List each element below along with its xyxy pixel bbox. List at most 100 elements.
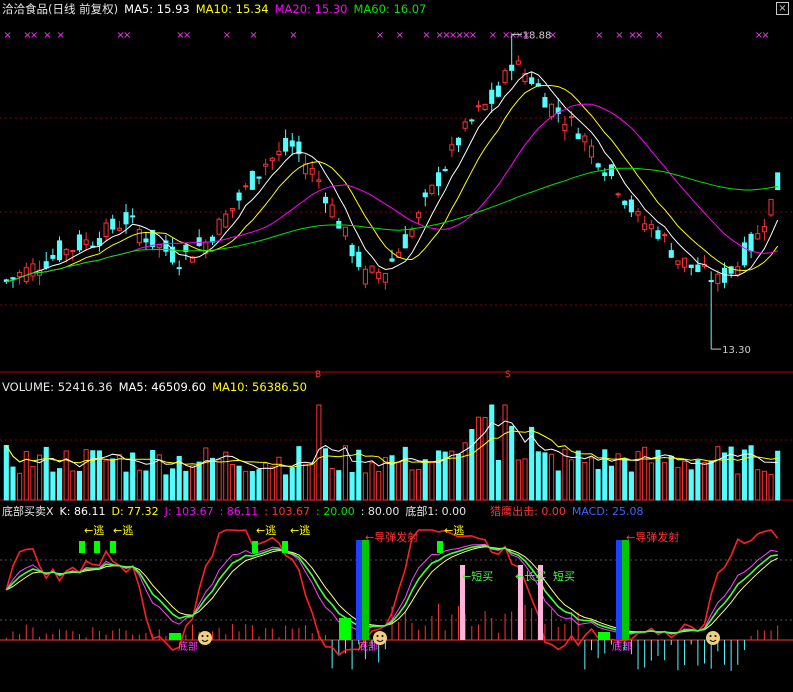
value-4: : 80.00: [360, 505, 400, 518]
candle-body: [635, 211, 641, 216]
candle-body: [229, 208, 235, 211]
volume-label: VOLUME: 52416.36: [2, 380, 113, 394]
volume-bar: [103, 460, 109, 501]
volume-bar: [435, 450, 442, 501]
candle-body: [715, 273, 721, 285]
indicator-header: 底部买卖X K: 86.11 D: 77.32 J: 103.67: 86.11: 1…: [2, 505, 650, 519]
candle-body: [63, 248, 69, 256]
candle-body: [382, 272, 388, 283]
candle-body: [608, 164, 614, 177]
volume-bar: [549, 453, 555, 501]
volume-bar: [755, 469, 761, 501]
short-buy-label: 短买: [553, 569, 575, 583]
value-3: : 20.00: [316, 505, 355, 518]
signal-column: [356, 540, 363, 640]
candle-body: [549, 103, 555, 118]
signal-marker: ×: [57, 30, 65, 41]
volume-bar: [588, 457, 595, 501]
volume-bar: [110, 458, 116, 501]
candle-body: [96, 238, 102, 246]
volume-bar: [409, 469, 415, 501]
escape-block: [94, 541, 100, 553]
volume-bar: [136, 469, 142, 501]
volume-header: VOLUME: 52416.36 MA5: 46509.60 MA10: 56386…: [2, 380, 313, 394]
candle-body: [642, 223, 648, 230]
candle-body: [662, 234, 668, 237]
candle-body: [688, 264, 694, 268]
candle-body: [256, 176, 262, 179]
volume-bar: [535, 451, 541, 501]
candle-body: [482, 103, 488, 111]
volume-bar: [402, 446, 408, 501]
volume-bar: [622, 458, 628, 501]
candle-body: [422, 192, 428, 198]
candle-body: [595, 163, 601, 168]
volume-bar: [515, 459, 521, 501]
stock-chart-window[interactable]: × × × × × × × × × × × × × × × × × × × × × × × × × × × × × × × × × × 18.88 1…: [0, 0, 793, 692]
smiley-icon: [706, 631, 720, 645]
candle-body: [509, 64, 515, 71]
volume-bar: [83, 449, 89, 501]
volume-bar: [70, 470, 76, 501]
escape-label: ←逃: [256, 524, 276, 537]
volume-bar: [542, 452, 548, 501]
candle-body: [276, 150, 282, 156]
volume-bar: [768, 474, 774, 501]
candle-body: [223, 213, 229, 228]
volume-bar: [236, 465, 242, 501]
candle-body: [615, 193, 621, 196]
candle-body: [176, 267, 182, 270]
volume-bar: [296, 446, 302, 501]
candle-body: [442, 169, 448, 172]
volume-bar: [276, 456, 282, 501]
smiley-icon: [373, 631, 387, 645]
volume-bar: [356, 449, 362, 501]
candle-body: [668, 250, 674, 258]
volume-bar: [675, 466, 681, 501]
smiley-eye: [201, 635, 204, 637]
candle-body: [416, 212, 422, 219]
volume-bar: [575, 450, 581, 501]
volume-bar: [143, 470, 149, 501]
smiley-eye: [381, 635, 384, 637]
bottom-label: 底部: [178, 640, 198, 653]
volume-bar: [302, 463, 309, 501]
candle-body: [83, 239, 89, 245]
volume-bar: [163, 474, 169, 501]
escape-block: [110, 541, 116, 553]
volume-bar: [3, 444, 9, 501]
candle-body: [761, 226, 767, 233]
candle-body: [302, 163, 309, 175]
short-buy-label: ←短买: [462, 569, 493, 583]
volume-bar: [189, 465, 196, 501]
candle-body: [495, 85, 501, 97]
signal-marker: ×: [396, 30, 404, 41]
candle-body: [322, 196, 329, 204]
candle-body: [342, 226, 349, 237]
candle-body: [455, 137, 462, 146]
volume-bar: [203, 447, 209, 501]
volume-bar: [595, 469, 601, 501]
escape-block: [282, 541, 288, 553]
chart-canvas[interactable]: × ×× × × ×× ×× × × × × × × ×××××× × ×××× × × × ×× × ××18.881…: [0, 0, 793, 692]
volume-ma5-label: MA5: 46509.60: [118, 380, 207, 394]
volume-bar: [329, 467, 335, 501]
bottom-label: 底部: [612, 640, 632, 653]
candle-body: [568, 116, 575, 119]
candle-body: [329, 204, 335, 218]
candle-body: [582, 135, 588, 143]
volume-bar: [170, 468, 176, 501]
candle-body: [708, 280, 714, 283]
volume-bar: [555, 470, 561, 501]
volume-bar: [23, 450, 29, 501]
volume-bar: [695, 459, 701, 501]
candle-body: [349, 244, 355, 257]
volume-bar: [209, 457, 216, 501]
j-value: J: 103.67: [164, 505, 214, 518]
ma5-label: MA5: 15.93: [124, 2, 190, 16]
close-icon[interactable]: ×: [776, 2, 789, 15]
candle-body: [283, 137, 289, 152]
volume-bar: [43, 446, 49, 501]
volume-bar: [269, 466, 275, 501]
volume-bar: [509, 425, 515, 501]
